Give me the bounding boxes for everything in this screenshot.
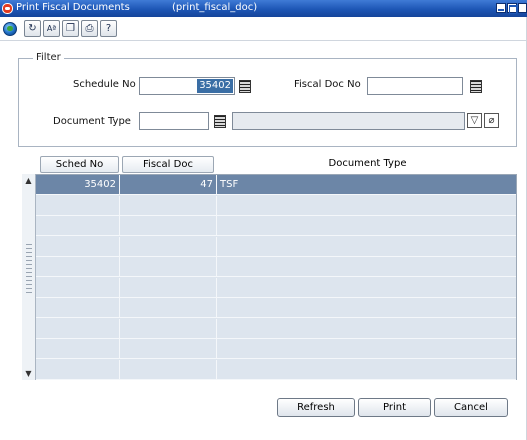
table-row[interactable] xyxy=(36,298,516,318)
cell-document-type[interactable] xyxy=(217,196,516,216)
cell-document-type[interactable]: TSF xyxy=(217,175,516,195)
cell-document-type[interactable] xyxy=(217,257,516,277)
print-toolbar-button[interactable]: ⎙ xyxy=(81,20,98,37)
cell-document-type[interactable] xyxy=(217,319,516,339)
cell-document-type[interactable] xyxy=(217,298,516,318)
cell-sched-no[interactable] xyxy=(36,277,120,298)
cell-fiscal-doc[interactable] xyxy=(120,339,217,359)
fiscal-doc-no-lov-icon[interactable] xyxy=(470,80,482,93)
oracle-app-icon xyxy=(2,3,13,14)
cell-sched-no[interactable] xyxy=(36,195,120,216)
cell-fiscal-doc[interactable] xyxy=(120,318,217,339)
cell-fiscal-doc[interactable] xyxy=(120,277,217,298)
print-icon: ⎙ xyxy=(85,23,94,34)
cell-sched-no[interactable] xyxy=(36,318,120,339)
table-row[interactable] xyxy=(36,195,516,216)
cell-document-type[interactable] xyxy=(217,360,516,380)
print-button[interactable]: Print xyxy=(358,398,431,417)
cell-document-type[interactable] xyxy=(217,216,516,236)
spell-check-button[interactable]: Aª xyxy=(43,20,60,37)
cell-fiscal-doc[interactable]: 47 xyxy=(120,175,217,195)
cell-sched-no[interactable] xyxy=(36,339,120,359)
document-type-input[interactable] xyxy=(139,112,209,130)
table-row[interactable] xyxy=(36,277,516,298)
refresh-button-main[interactable]: Refresh xyxy=(277,398,355,417)
table-row[interactable] xyxy=(36,339,516,359)
table-row[interactable] xyxy=(36,257,516,277)
table-row[interactable] xyxy=(36,236,516,257)
scroll-up-icon[interactable]: ▲ xyxy=(24,176,33,185)
cell-fiscal-doc[interactable] xyxy=(120,236,217,257)
table-row[interactable] xyxy=(36,359,516,380)
filter-group xyxy=(18,58,517,147)
maximize-button[interactable] xyxy=(507,3,517,14)
form-name: (print_fiscal_doc) xyxy=(172,2,258,13)
toolbar: ↻ Aª ❐ ⎙ ? xyxy=(0,17,527,41)
help-icon: ? xyxy=(105,23,112,34)
schedule-no-lov-icon[interactable] xyxy=(239,80,251,93)
cell-sched-no[interactable] xyxy=(36,257,120,277)
filter-legend: Filter xyxy=(33,52,64,63)
refresh-icon: ↻ xyxy=(28,23,37,34)
column-header-sched-no[interactable]: Sched No xyxy=(40,156,119,173)
cell-document-type[interactable] xyxy=(217,339,516,359)
title-bar: Print Fiscal Documents (print_fiscal_doc… xyxy=(0,0,527,17)
table-row[interactable] xyxy=(36,318,516,339)
cell-document-type[interactable] xyxy=(217,237,516,257)
table-row[interactable] xyxy=(36,216,516,236)
globe-icon[interactable] xyxy=(3,22,17,36)
cancel-button[interactable]: Cancel xyxy=(434,398,508,417)
fiscal-doc-no-input[interactable] xyxy=(367,77,463,95)
column-header-fiscal-doc[interactable]: Fiscal Doc xyxy=(122,156,214,173)
copy-button[interactable]: ❐ xyxy=(62,20,79,37)
cell-fiscal-doc[interactable] xyxy=(120,216,217,236)
refresh-button[interactable]: ↻ xyxy=(24,20,41,37)
document-type-description xyxy=(232,112,465,130)
document-type-label: Document Type xyxy=(53,116,131,127)
column-header-document-type[interactable]: Document Type xyxy=(218,156,517,173)
clear-filter-icon[interactable]: ⌀ xyxy=(484,113,499,128)
window-title: Print Fiscal Documents xyxy=(16,2,130,13)
fiscal-doc-no-label: Fiscal Doc No xyxy=(294,79,361,90)
cell-fiscal-doc[interactable] xyxy=(120,195,217,216)
close-button[interactable] xyxy=(518,3,527,13)
cell-sched-no[interactable] xyxy=(36,359,120,380)
cell-sched-no[interactable] xyxy=(36,298,120,318)
cell-fiscal-doc[interactable] xyxy=(120,257,217,277)
copy-icon: ❐ xyxy=(66,23,75,34)
table-row[interactable]: 35402 47 TSF xyxy=(36,175,516,195)
document-type-lov-icon[interactable] xyxy=(214,115,226,128)
cell-sched-no[interactable]: 35402 xyxy=(36,175,120,195)
scroll-grip[interactable] xyxy=(26,244,32,294)
filter-icon[interactable]: ▽ xyxy=(467,113,482,128)
cell-document-type[interactable] xyxy=(217,278,516,298)
spell-check-icon: Aª xyxy=(46,24,57,33)
minimize-button[interactable] xyxy=(496,3,506,13)
help-button[interactable]: ? xyxy=(100,20,117,37)
schedule-no-value: 35402 xyxy=(197,79,233,93)
cell-sched-no[interactable] xyxy=(36,216,120,236)
vertical-scrollbar[interactable]: ▲ ▼ xyxy=(22,174,36,380)
cell-fiscal-doc[interactable] xyxy=(120,298,217,318)
cell-fiscal-doc[interactable] xyxy=(120,359,217,380)
scroll-down-icon[interactable]: ▼ xyxy=(24,369,33,378)
cell-sched-no[interactable] xyxy=(36,236,120,257)
schedule-no-label: Schedule No xyxy=(73,79,136,90)
schedule-no-input[interactable]: 35402 xyxy=(139,77,235,95)
